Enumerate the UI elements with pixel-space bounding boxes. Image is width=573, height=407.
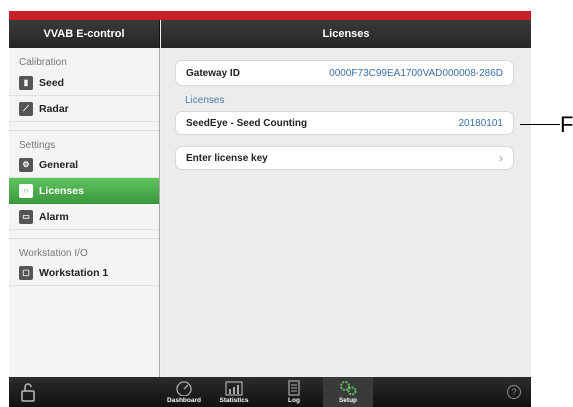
gateway-id-value: 0000F73C99EA1700VAD000008-286D <box>329 67 503 79</box>
sidebar-item-workstation-1[interactable]: ▢ Workstation 1 <box>9 260 159 286</box>
sidebar-item-label: General <box>39 158 79 171</box>
license-row-seedeye[interactable]: SeedEye - Seed Counting 20180101 <box>175 111 514 135</box>
license-value: 20180101 <box>458 117 504 129</box>
sidebar-item-general[interactable]: ⚙ General <box>9 152 159 178</box>
license-icon: ○ <box>19 183 33 198</box>
seed-icon: ▮ <box>19 75 33 90</box>
sidebar-item-alarm[interactable]: ▭ Alarm <box>9 204 159 230</box>
sidebar-item-label: Seed <box>39 76 65 89</box>
sidebar-item-seed[interactable]: ▮ Seed <box>9 70 159 96</box>
bottom-tab-bar: Dashboard Statistics Log Setup ? <box>9 377 531 407</box>
chevron-right-icon: › <box>499 151 503 165</box>
section-workstation-io: Workstation I/O <box>9 238 159 260</box>
app-window: VVAB E-control Licenses Calibration ▮ Se… <box>0 0 531 407</box>
enter-license-key-row[interactable]: Enter license key › <box>175 146 514 170</box>
alarm-icon: ▭ <box>19 209 33 224</box>
sidebar-item-label: Alarm <box>39 210 69 223</box>
top-red-bar <box>9 11 531 20</box>
sidebar-item-label: Workstation 1 <box>39 266 109 279</box>
sidebar-item-radar[interactable]: ⟋ Radar <box>9 96 159 122</box>
license-name: SeedEye - Seed Counting <box>186 117 308 129</box>
dashboard-icon <box>176 381 192 396</box>
section-calibration: Calibration <box>19 57 67 68</box>
sidebar-item-licenses[interactable]: ○ Licenses <box>9 178 159 204</box>
main-header: Licenses <box>161 20 531 48</box>
app-frame: VVAB E-control Licenses Calibration ▮ Se… <box>9 20 531 407</box>
tab-dashboard[interactable]: Dashboard <box>159 377 209 407</box>
enter-license-key-label: Enter license key <box>186 152 268 164</box>
lock-icon[interactable] <box>19 382 37 402</box>
sidebar-item-label: Licenses <box>39 184 84 197</box>
sidebar-title: VVAB E-control <box>43 28 125 40</box>
licenses-section-header: Licenses <box>185 95 225 106</box>
gears-icon: ⚙ <box>19 157 33 172</box>
workstation-icon: ▢ <box>19 265 33 280</box>
sidebar: Calibration ▮ Seed ⟋ Radar Settings ⚙ Ge… <box>9 48 160 377</box>
tab-log[interactable]: Log <box>269 377 319 407</box>
radar-icon: ⟋ <box>19 101 33 116</box>
log-icon <box>288 380 300 396</box>
callout-label: F <box>560 112 573 137</box>
page-title: Licenses <box>322 28 370 40</box>
tab-setup[interactable]: Setup <box>323 377 373 407</box>
tab-statistics[interactable]: Statistics <box>209 377 259 407</box>
sidebar-header: VVAB E-control <box>9 20 160 48</box>
gateway-id-row: Gateway ID 0000F73C99EA1700VAD000008-286… <box>175 60 514 86</box>
statistics-icon <box>225 381 243 396</box>
section-settings: Settings <box>9 130 159 152</box>
help-icon[interactable]: ? <box>507 385 521 399</box>
callout-line <box>520 124 560 125</box>
sidebar-item-label: Radar <box>39 102 69 115</box>
gateway-id-label: Gateway ID <box>186 67 240 79</box>
main-content: Gateway ID 0000F73C99EA1700VAD000008-286… <box>161 48 531 377</box>
setup-icon <box>340 381 357 396</box>
